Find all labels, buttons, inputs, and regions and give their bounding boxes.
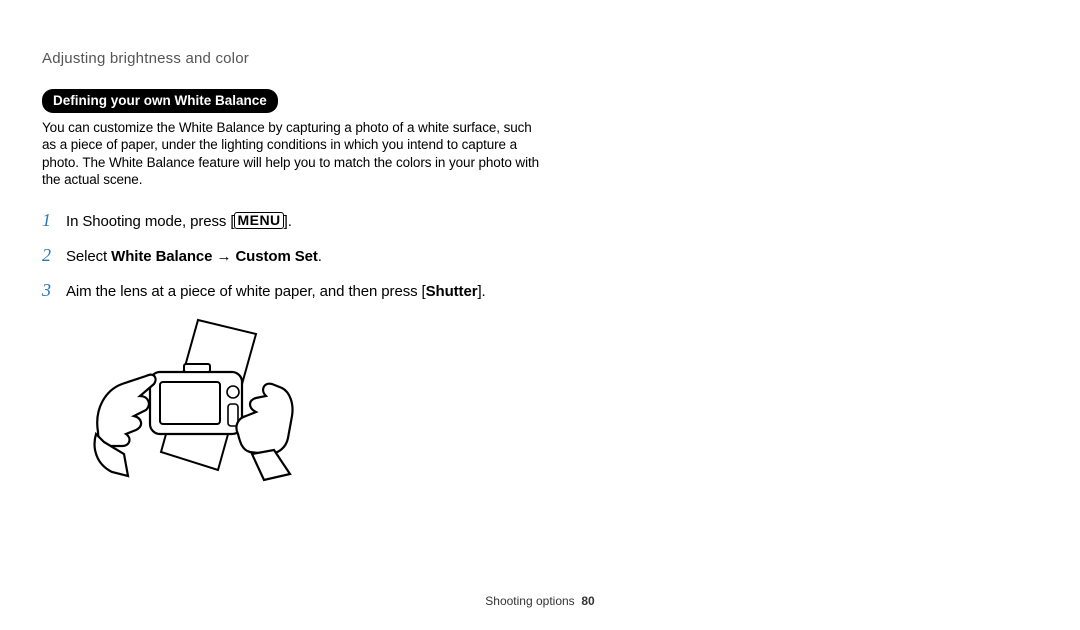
step-fragment: Select [66, 248, 111, 265]
step-fragment: In Shooting mode, press [ [66, 213, 234, 230]
step-item: 3 Aim the lens at a piece of white paper… [42, 276, 1038, 305]
steps-list: 1 In Shooting mode, press [MENU]. 2 Sele… [42, 206, 1038, 304]
footer-section: Shooting options [485, 594, 574, 608]
section-body: You can customize the White Balance by c… [42, 119, 542, 188]
step-fragment: ]. [477, 283, 485, 300]
step-bold-fragment: White Balance [111, 248, 212, 265]
step-bold-fragment: Custom Set [235, 248, 317, 265]
arrow-icon: → [212, 248, 235, 265]
step-text: In Shooting mode, press [MENU]. [66, 210, 292, 234]
step-number: 1 [42, 206, 66, 235]
menu-icon: MENU [234, 212, 283, 229]
step-number: 3 [42, 276, 66, 305]
step-fragment: ]. [284, 213, 292, 230]
page-number: 80 [581, 594, 594, 608]
step-text: Select White Balance → Custom Set. [66, 245, 322, 269]
step-text: Aim the lens at a piece of white paper, … [66, 280, 486, 304]
white-balance-illustration [88, 312, 298, 484]
step-bold-fragment: Shutter [426, 283, 478, 300]
step-item: 2 Select White Balance → Custom Set. [42, 241, 1038, 270]
step-number: 2 [42, 241, 66, 270]
step-fragment: . [318, 248, 322, 265]
page-breadcrumb: Adjusting brightness and color [42, 50, 1038, 67]
section-heading: Defining your own White Balance [42, 89, 278, 113]
step-item: 1 In Shooting mode, press [MENU]. [42, 206, 1038, 235]
step-fragment: Aim the lens at a piece of white paper, … [66, 283, 426, 300]
page-footer: Shooting options 80 [0, 594, 1080, 608]
